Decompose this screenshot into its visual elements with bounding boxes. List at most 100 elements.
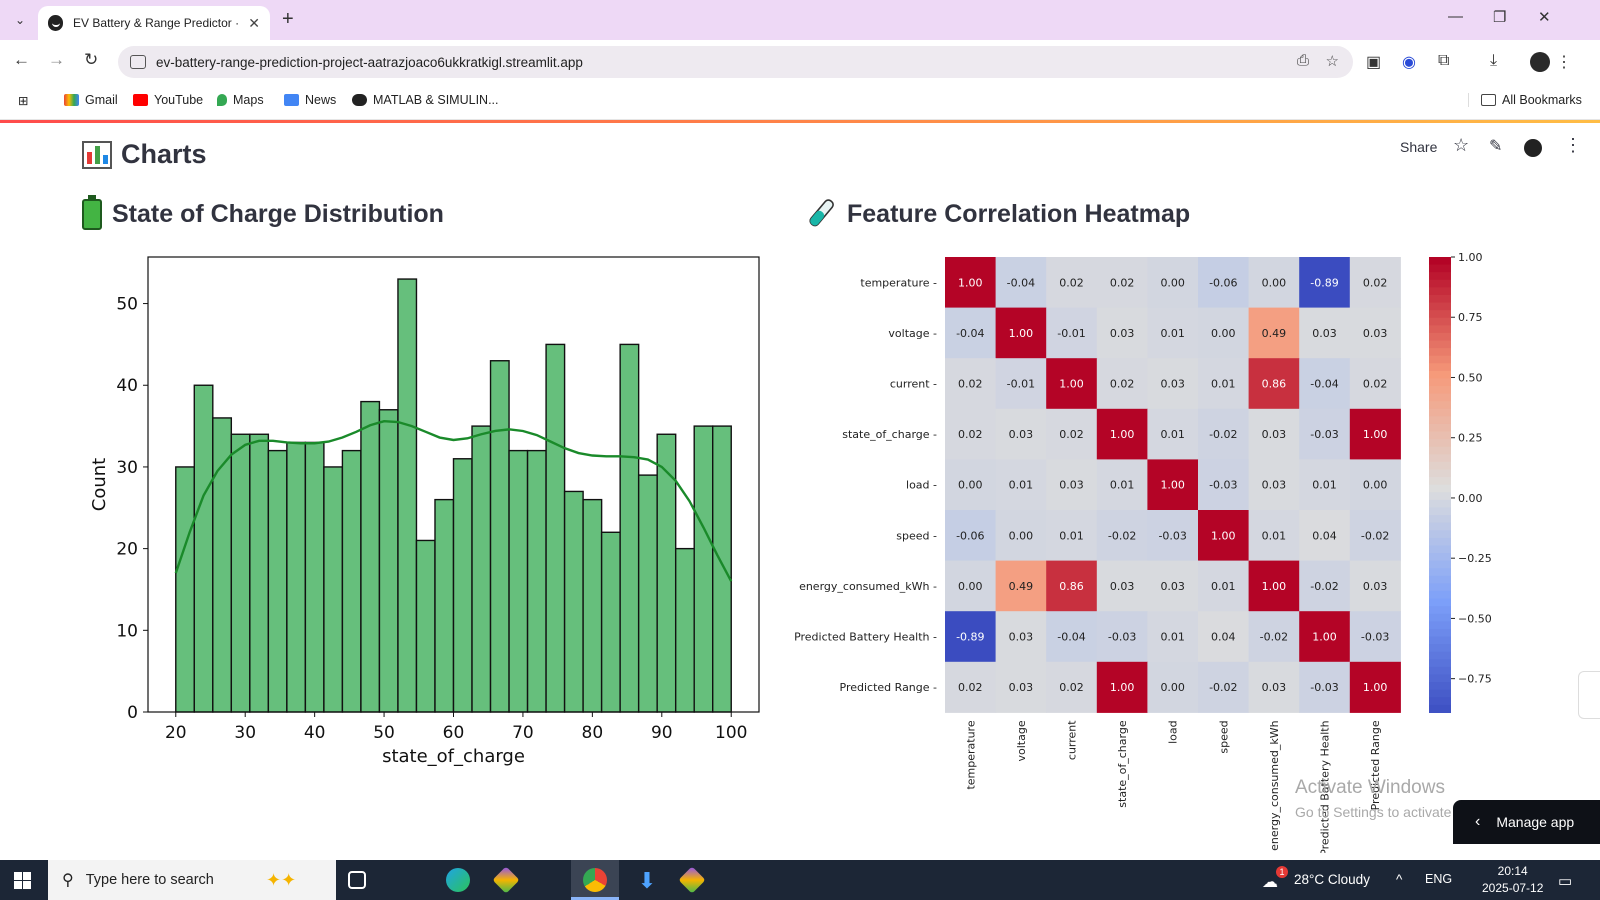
soc-histogram-chart: 20 30 40 50 60 70 80 90 100 0 10 20 30 40 50 state_of_c… xyxy=(89,256,760,767)
extensions-puzzle-icon[interactable]: ⧉ xyxy=(1438,52,1449,70)
cell-value-label: 0.01 xyxy=(1160,428,1185,441)
edge-browser-icon[interactable] xyxy=(446,868,470,892)
cell-value-label: -0.02 xyxy=(1260,631,1288,644)
download-arrow-icon[interactable]: ⬇ xyxy=(635,868,659,893)
new-tab-plus-icon[interactable]: + xyxy=(282,8,294,31)
colorbar-segment xyxy=(1429,294,1451,304)
app-menu-icon[interactable]: ⋮ xyxy=(1564,135,1582,156)
close-window-icon[interactable]: ✕ xyxy=(1538,8,1551,26)
colorbar-segment xyxy=(1429,431,1451,440)
bookmark-maps[interactable]: Maps xyxy=(217,93,264,107)
forward-arrow-icon[interactable]: → xyxy=(48,50,65,70)
profile-avatar[interactable] xyxy=(1530,52,1550,72)
url-text[interactable]: ev-battery-range-prediction-project-aatr… xyxy=(156,55,583,70)
cell-value-label: 0.01 xyxy=(1059,529,1084,542)
minimize-icon[interactable]: — xyxy=(1448,8,1463,25)
task-view-icon[interactable] xyxy=(348,871,366,889)
activate-windows-title: Activate Windows xyxy=(1295,777,1445,798)
bookmark-matlab[interactable]: MATLAB & SIMULIN... xyxy=(352,93,499,107)
close-tab-icon[interactable]: ✕ xyxy=(248,15,260,32)
chevron-left-icon: ‹ xyxy=(1475,813,1481,830)
restore-icon[interactable]: ❐ xyxy=(1493,8,1506,26)
chrome-icon[interactable] xyxy=(583,868,607,892)
news-icon xyxy=(284,94,299,106)
manage-app-button[interactable]: ‹ Manage app xyxy=(1453,800,1600,844)
colorbar-segment xyxy=(1429,666,1451,676)
colorbar-segment xyxy=(1429,423,1451,433)
bookmark-youtube[interactable]: YouTube xyxy=(133,93,203,107)
x-tick-label: 70 xyxy=(512,723,534,743)
y-tick-label: 0 xyxy=(127,703,138,723)
colorbar-tick-label: 0.75 xyxy=(1458,311,1483,324)
weather-cloud-icon[interactable]: ☁ xyxy=(1262,872,1278,892)
tab-search-chevron-icon[interactable]: ⌄ xyxy=(8,8,32,32)
github-icon[interactable] xyxy=(1524,139,1542,157)
cast-icon[interactable]: ▣ xyxy=(1366,52,1381,72)
edit-pencil-icon[interactable]: ✎ xyxy=(1489,136,1502,156)
colorbar-segment xyxy=(1429,378,1451,387)
cell-value-label: -0.01 xyxy=(1007,378,1035,391)
cell-value-label: 1.00 xyxy=(1363,428,1388,441)
colorbar-segment xyxy=(1429,469,1451,478)
side-expand-tab[interactable] xyxy=(1578,671,1600,719)
histogram-bar xyxy=(304,441,325,713)
app-diamond-icon-2[interactable] xyxy=(678,866,706,894)
extension-copilot-icon[interactable]: ◉ xyxy=(1402,52,1416,72)
bookmark-star-icon[interactable]: ☆ xyxy=(1326,52,1339,70)
histogram-bar xyxy=(674,547,695,713)
histogram-bar xyxy=(378,409,399,713)
colorbar-segment xyxy=(1429,317,1451,326)
taskbar-clock[interactable]: 20:14 2025-07-12 xyxy=(1482,863,1543,897)
cell-value-label: 0.03 xyxy=(1160,580,1185,593)
chrome-menu-icon[interactable]: ⋮ xyxy=(1556,52,1572,72)
windows-start-icon[interactable] xyxy=(14,872,31,889)
bookmark-label: News xyxy=(305,93,337,107)
column-label: load xyxy=(1167,720,1180,744)
reload-icon[interactable]: ↻ xyxy=(84,50,98,70)
heatmap-title-text: Feature Correlation Heatmap xyxy=(847,199,1191,228)
cell-value-label: 1.00 xyxy=(1009,327,1034,340)
cell-value-label: -0.04 xyxy=(1007,276,1035,289)
colorbar-tick-label: 0.50 xyxy=(1458,371,1483,384)
colorbar-segment xyxy=(1429,454,1451,463)
language-indicator[interactable]: ENG xyxy=(1425,872,1452,886)
row-label: Predicted Battery Health - xyxy=(794,631,937,644)
all-bookmarks[interactable]: All Bookmarks xyxy=(1468,93,1582,107)
downloads-icon[interactable]: ⤓ xyxy=(1490,52,1497,70)
weather-text[interactable]: 28°C Cloudy xyxy=(1294,872,1370,887)
colorbar-segment xyxy=(1429,439,1451,448)
app-diamond-icon[interactable] xyxy=(492,866,520,894)
x-tick-label: 60 xyxy=(443,723,465,743)
back-arrow-icon[interactable]: ← xyxy=(13,50,30,70)
share-button[interactable]: Share xyxy=(1400,139,1437,155)
bookmark-gmail[interactable]: Gmail xyxy=(64,93,118,107)
site-info-icon[interactable] xyxy=(130,55,146,69)
star-icon[interactable]: ☆ xyxy=(1453,135,1469,156)
y-tick-label: 40 xyxy=(116,376,138,396)
histogram-bar xyxy=(526,449,547,713)
install-app-icon[interactable]: ⎙ xyxy=(1297,52,1309,69)
x-axis-label: state_of_charge xyxy=(382,746,525,767)
notifications-icon[interactable]: ▭ xyxy=(1558,872,1572,890)
colorbar-segment xyxy=(1429,386,1451,395)
bookmark-news[interactable]: News xyxy=(284,93,336,107)
globe-icon xyxy=(352,94,367,106)
histogram-bar xyxy=(563,490,584,713)
row-label: load - xyxy=(906,479,937,492)
bookmark-label: Maps xyxy=(233,93,264,107)
y-tick-label: 30 xyxy=(116,458,138,478)
maps-pin-icon xyxy=(217,94,227,106)
cell-value-label: 0.03 xyxy=(1363,580,1388,593)
apps-grid-icon[interactable]: ⊞ xyxy=(18,93,28,108)
x-tick-label: 50 xyxy=(373,723,395,743)
tray-chevron-up-icon[interactable]: ^ xyxy=(1396,872,1402,887)
colorbar-segment xyxy=(1429,507,1451,516)
x-tick-label: 90 xyxy=(651,723,673,743)
histogram-bar xyxy=(341,449,362,713)
colorbar-tick-label: −0.25 xyxy=(1458,552,1492,565)
colorbar-segment xyxy=(1429,499,1451,509)
address-bar[interactable]: ev-battery-range-prediction-project-aatr… xyxy=(118,46,1353,78)
cell-value-label: 0.02 xyxy=(1363,378,1388,391)
colorbar-segment xyxy=(1429,583,1451,592)
browser-tab-active[interactable]: EV Battery & Range Predictor · S ✕ xyxy=(38,6,270,40)
